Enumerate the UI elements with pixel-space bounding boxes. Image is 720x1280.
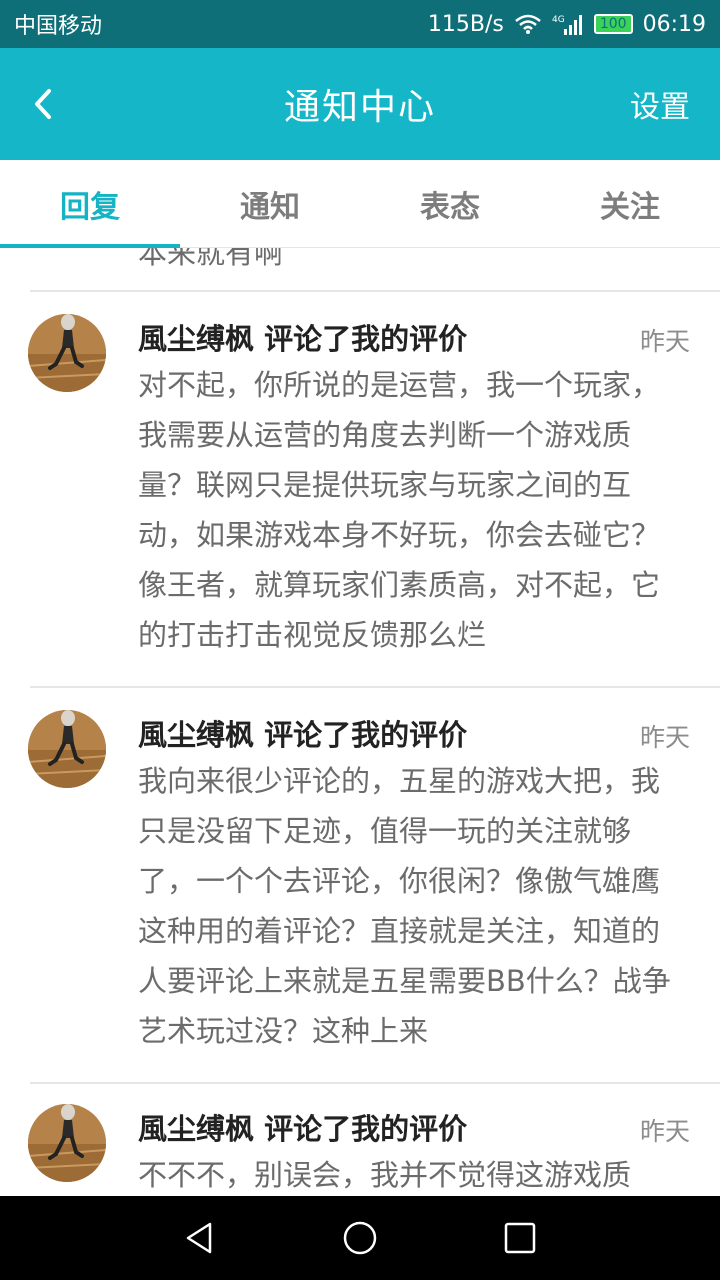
status-time: 06:19: [642, 11, 706, 37]
status-right: 115B/s 4G 100 06:19: [428, 12, 706, 37]
list-item[interactable]: 風尘缚枫 评论了我的评价 昨天 我向来很少评论的，五星的游戏大把，我只是没留下足…: [0, 688, 720, 1082]
nav-back-button[interactable]: [178, 1216, 222, 1260]
square-recents-icon: [504, 1222, 536, 1254]
item-time: 昨天: [639, 1117, 690, 1146]
signal-icon: 4G: [552, 13, 584, 35]
circle-home-icon: [343, 1221, 377, 1255]
partial-previous-text: 本来就有啊: [138, 248, 284, 270]
tab-reactions[interactable]: 表态: [360, 160, 540, 248]
app-bar: 通知中心 设置: [0, 48, 720, 160]
nav-home-button[interactable]: [338, 1216, 382, 1260]
status-bar: 中国移动 115B/s 4G 100 06:19: [0, 0, 720, 48]
triangle-back-icon: [186, 1222, 212, 1254]
svg-text:4G: 4G: [552, 15, 565, 25]
avatar[interactable]: [28, 710, 106, 788]
avatar-image: [28, 1104, 106, 1182]
tab-bar: 回复 通知 表态 关注: [0, 160, 720, 248]
avatar-image: [28, 314, 106, 392]
item-body: 不不不，别误会，我并不觉得这游戏质: [138, 1158, 632, 1192]
system-navigation-bar: [0, 1196, 720, 1280]
item-title: 風尘缚枫 评论了我的评价: [138, 1112, 468, 1146]
wifi-icon: [514, 13, 542, 35]
settings-button[interactable]: 设置: [630, 48, 690, 160]
list-item[interactable]: 風尘缚枫 评论了我的评价 昨天 对不起，你所说的是运营，我一个玩家，我需要从运营…: [0, 292, 720, 686]
list-item[interactable]: 風尘缚枫 评论了我的评价 昨天 不不不，别误会，我并不觉得这游戏质: [0, 1084, 720, 1196]
page-title: 通知中心: [283, 87, 436, 128]
item-title: 風尘缚枫 评论了我的评价: [138, 718, 468, 752]
avatar-image: [28, 710, 106, 788]
avatar[interactable]: [28, 1104, 106, 1182]
tab-replies[interactable]: 回复: [0, 160, 180, 248]
avatar[interactable]: [28, 314, 106, 392]
battery-indicator: 100: [593, 14, 633, 34]
notification-feed[interactable]: 本来就有啊 風尘缚枫 评论了我的评价 昨天 对不起，你所说的是运营，我一个玩家，…: [0, 248, 720, 1196]
item-body: 我向来很少评论的，五星的游戏大把，我只是没留下足迹，值得一玩的关注就够了，一个个…: [138, 764, 671, 1048]
item-body: 对不起，你所说的是运营，我一个玩家，我需要从运营的角度去判断一个游戏质量？联网只…: [138, 368, 661, 652]
tab-follows[interactable]: 关注: [540, 160, 720, 248]
nav-recents-button[interactable]: [498, 1216, 542, 1260]
carrier-label: 中国移动: [14, 14, 103, 39]
network-speed: 115B/s: [427, 11, 504, 37]
tab-notifications[interactable]: 通知: [180, 160, 360, 248]
item-time: 昨天: [639, 723, 690, 752]
item-time: 昨天: [639, 327, 690, 356]
item-title: 風尘缚枫 评论了我的评价: [138, 322, 468, 356]
